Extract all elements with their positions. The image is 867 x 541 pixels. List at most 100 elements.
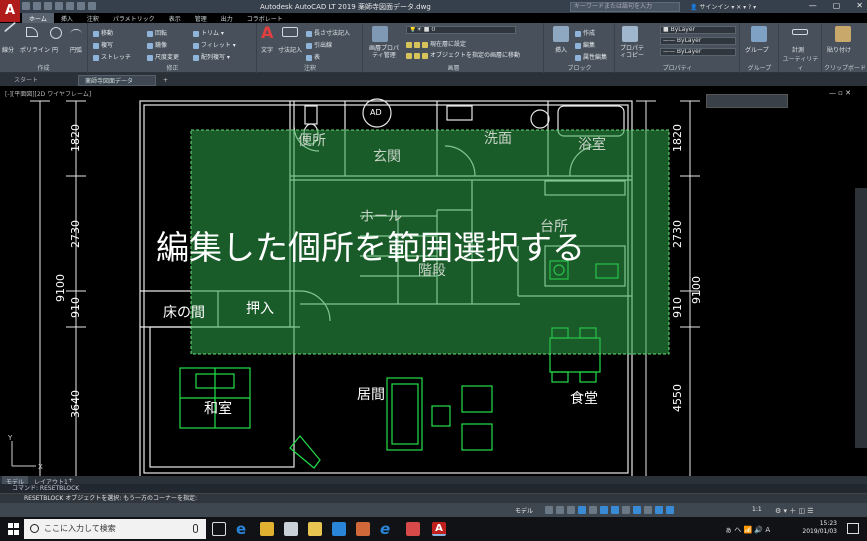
measure-icon[interactable] (792, 29, 808, 35)
notification-icon[interactable] (847, 523, 859, 534)
store-icon[interactable] (308, 522, 322, 536)
layer-properties-icon[interactable] (372, 26, 388, 42)
match-properties-icon[interactable] (622, 26, 638, 42)
app-icon-1[interactable] (332, 522, 346, 536)
taskbar-search-input[interactable]: ここに入力して検索 (24, 519, 206, 539)
tab-collaborate[interactable]: コラボレート (240, 13, 290, 23)
app-icon-3[interactable] (406, 522, 420, 536)
text-icon[interactable]: A (261, 25, 277, 41)
sign-in-button[interactable]: 👤 サインイン ▾ ✕ ▾ ? ▾ (690, 2, 756, 11)
workspace-gear-icon[interactable]: ⚙ ▾ ＋ ◫ ☰ (775, 506, 814, 516)
tab-output[interactable]: 出力 (214, 13, 240, 23)
move-to-layer-button[interactable]: オブジェクトを指定の画層に移動 (406, 50, 520, 59)
table-button[interactable]: 表 (306, 52, 320, 61)
layer-combo[interactable]: 💡☀ ■ 0 (406, 26, 516, 34)
viewport-label[interactable]: [-][平面図][2D ワイヤフレーム] (5, 89, 91, 98)
tab-home[interactable]: ホーム (22, 13, 54, 23)
microphone-icon[interactable] (193, 524, 198, 533)
block-create-button[interactable]: 作成 (575, 28, 595, 37)
ie-icon[interactable]: e (380, 522, 394, 537)
annotation-scale[interactable]: 1:1 (752, 506, 762, 513)
annotation-visibility-icon[interactable] (655, 506, 663, 514)
rotate-button[interactable]: 回転 (147, 28, 167, 37)
model-space-button[interactable]: モデル (515, 506, 533, 515)
start-tab[interactable]: スタート (8, 75, 44, 86)
new-tab-button[interactable]: + (157, 75, 174, 86)
text-button[interactable]: 文字 (261, 45, 273, 54)
tab-view[interactable]: 表示 (162, 13, 188, 23)
new-icon[interactable] (22, 2, 30, 10)
navigation-bar[interactable] (855, 188, 867, 448)
selection-cycling-icon[interactable] (644, 506, 652, 514)
polyline-icon[interactable] (26, 27, 38, 37)
group-button[interactable]: グループ (745, 45, 769, 54)
layer-properties-button[interactable]: 画層プロパティ管理 (366, 45, 402, 59)
task-view-icon[interactable] (212, 522, 226, 536)
trim-button[interactable]: トリム ▾ (193, 28, 224, 37)
block-edit-button[interactable]: 編集 (575, 40, 595, 49)
attribute-edit-button[interactable]: 属性編集 (575, 52, 607, 61)
arc-button[interactable]: 円弧 (70, 45, 82, 54)
tab-parametric[interactable]: パラメトリック (106, 13, 162, 23)
lineweight-combo[interactable]: —— ByLayer (660, 48, 736, 56)
open-icon[interactable] (33, 2, 41, 10)
circle-button[interactable]: 円 (52, 45, 58, 54)
dimension-button[interactable]: 寸法記入 (278, 45, 302, 54)
grid-icon[interactable] (545, 506, 553, 514)
tab-annotate[interactable]: 注釈 (80, 13, 106, 23)
edge-icon[interactable]: e (236, 522, 250, 537)
polyline-button[interactable]: ポリライン (20, 45, 50, 54)
dimension-icon[interactable] (282, 27, 298, 37)
fillet-button[interactable]: フィレット ▾ (193, 40, 236, 49)
file-explorer-icon[interactable] (260, 522, 274, 536)
group-icon[interactable] (751, 26, 767, 42)
snap-icon[interactable] (556, 506, 564, 514)
viewcube-area[interactable] (706, 94, 788, 108)
move-button[interactable]: 移動 (93, 28, 113, 37)
drawing-canvas[interactable]: Y X [-][平面図][2D ワイヤフレーム] — ▫ ✕ AD 1820 2… (0, 86, 855, 476)
viewport-controls[interactable]: — ▫ ✕ (829, 89, 851, 97)
autocad-taskbar-icon[interactable]: A (432, 522, 446, 536)
scale-button[interactable]: 尺度変更 (147, 52, 179, 61)
paste-icon[interactable] (835, 26, 851, 42)
object-snap-icon[interactable] (600, 506, 608, 514)
copy-button[interactable]: 複写 (93, 40, 113, 49)
command-line-input[interactable]: RESETBLOCK オブジェクトを選択: もう一方のコーナーを指定: (0, 493, 867, 503)
line-icon[interactable] (3, 21, 17, 33)
polar-icon[interactable] (578, 506, 586, 514)
minimize-button[interactable]: — (809, 1, 817, 10)
undo-icon[interactable] (77, 2, 85, 10)
lineweight-icon[interactable] (622, 506, 630, 514)
linetype-combo[interactable]: —— ByLayer (660, 37, 736, 45)
match-properties-button[interactable]: プロパティコピー (618, 45, 646, 59)
windows-start-icon[interactable] (8, 523, 20, 535)
ortho-icon[interactable] (567, 506, 575, 514)
auto-scale-icon[interactable] (666, 506, 674, 514)
drawing-tab[interactable]: 薬師寺図面データ (78, 75, 156, 86)
array-button[interactable]: 配列複写 ▾ (193, 52, 230, 61)
paste-button[interactable]: 貼り付け (827, 45, 851, 54)
maximize-button[interactable]: ▢ (833, 1, 841, 10)
arc-icon[interactable] (70, 29, 82, 39)
tab-insert[interactable]: 挿入 (54, 13, 80, 23)
redo-icon[interactable] (88, 2, 96, 10)
save-as-icon[interactable] (55, 2, 63, 10)
close-button[interactable]: ✕ (856, 1, 863, 10)
linear-dim-button[interactable]: 長さ寸法記入 (306, 28, 350, 37)
stretch-button[interactable]: ストレッチ (93, 52, 131, 61)
leader-button[interactable]: 引出線 (306, 40, 332, 49)
set-current-button[interactable]: 現在層に設定 (406, 39, 466, 48)
autocad-logo-icon[interactable]: A (0, 0, 20, 22)
transparency-icon[interactable] (633, 506, 641, 514)
insert-button[interactable]: 挿入 (555, 45, 567, 54)
circle-icon[interactable] (50, 27, 62, 39)
measure-button[interactable]: 計測 (792, 45, 804, 54)
save-icon[interactable] (44, 2, 52, 10)
mail-icon[interactable] (284, 522, 298, 536)
tab-manage[interactable]: 管理 (188, 13, 214, 23)
app-icon-2[interactable] (356, 522, 370, 536)
clock[interactable]: 15:23 2019/01/03 (802, 520, 837, 536)
system-tray[interactable]: ぁ ヘ 📶 🔊 A (725, 525, 770, 535)
object-track-icon[interactable] (611, 506, 619, 514)
line-button[interactable]: 線分 (2, 45, 14, 54)
